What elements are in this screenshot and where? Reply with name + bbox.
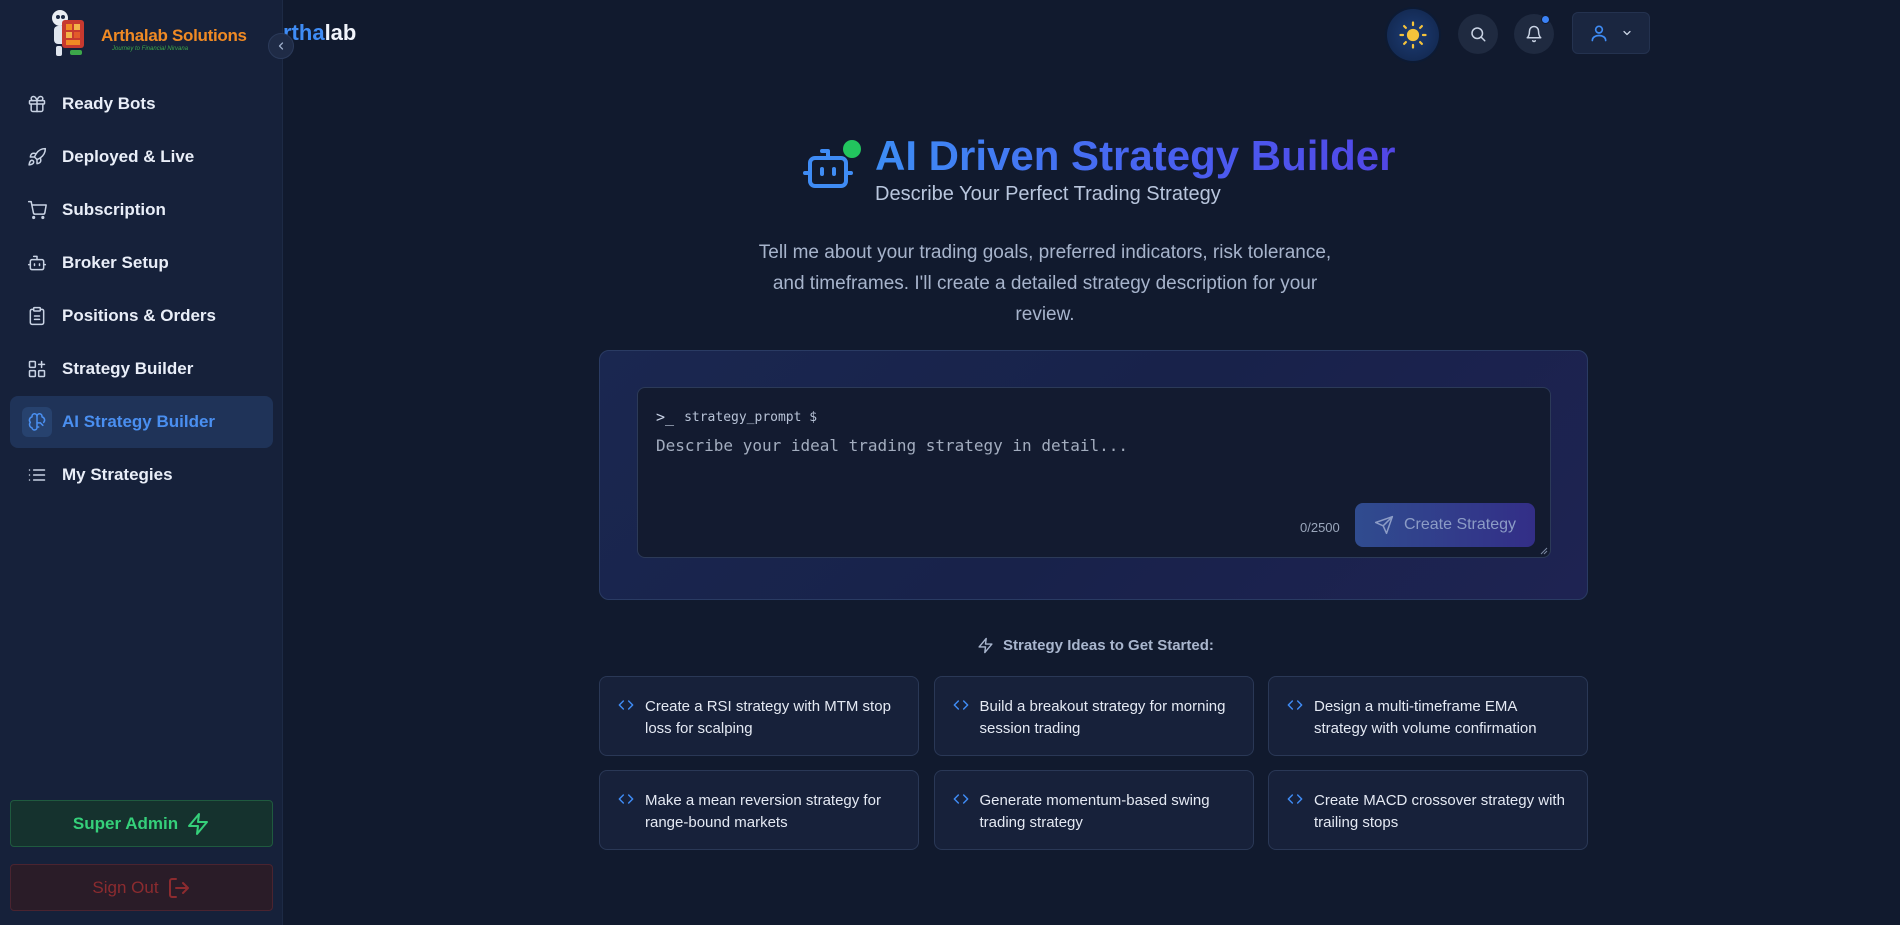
- sidebar-item-strategy-builder[interactable]: Strategy Builder: [10, 343, 273, 395]
- clipboard-icon: [26, 305, 48, 327]
- idea-text: Design a multi-timeframe EMA strategy wi…: [1314, 698, 1537, 737]
- chevron-left-icon: [278, 42, 284, 50]
- search-icon: [1471, 27, 1486, 42]
- code-icon: [1287, 700, 1303, 710]
- idea-card[interactable]: Generate momentum-based swing trading st…: [933, 770, 1254, 850]
- idea-card[interactable]: Design a multi-timeframe EMA strategy wi…: [1268, 676, 1588, 756]
- user-icon: [1591, 25, 1607, 42]
- list-icon: [26, 464, 48, 486]
- sidebar-item-deployed-live[interactable]: Deployed & Live: [10, 131, 273, 183]
- super-admin-button[interactable]: Super Admin: [10, 800, 273, 847]
- logo-title: Arthalab Solutions: [101, 26, 247, 45]
- theme-toggle-button[interactable]: [1387, 9, 1439, 61]
- idea-text: Create a RSI strategy with MTM stop loss…: [645, 698, 891, 737]
- sidebar-item-label: Deployed & Live: [62, 147, 195, 166]
- cart-icon: [26, 199, 48, 221]
- rocket-icon: [26, 146, 48, 168]
- sidebar-item-ai-strategy-builder[interactable]: AI Strategy Builder: [10, 396, 273, 448]
- sidebar-item-my-strategies[interactable]: My Strategies: [10, 449, 273, 501]
- sidebar-item-label: AI Strategy Builder: [62, 412, 216, 431]
- robot-mascot-icon: [52, 10, 84, 56]
- brain-icon: [22, 407, 52, 437]
- robot-icon: [803, 140, 861, 188]
- code-icon: [1287, 794, 1303, 804]
- header-brand: rthalab: [283, 20, 356, 46]
- terminal-header: >_ strategy_prompt $: [656, 408, 817, 426]
- idea-card[interactable]: Make a mean reversion strategy for range…: [599, 770, 919, 850]
- prompt-terminal: >_ strategy_prompt $ 0/2500 Create Strat…: [637, 387, 1551, 558]
- ideas-heading: Strategy Ideas to Get Started:: [977, 637, 1214, 654]
- idea-text: Build a breakout strategy for morning se…: [979, 698, 1226, 737]
- code-icon: [953, 700, 968, 710]
- sidebar: Arthalab Solutions Journey to Financial …: [0, 0, 283, 925]
- page-subtitle: Describe Your Perfect Trading Strategy: [875, 183, 1221, 205]
- lightning-icon: [978, 637, 993, 654]
- ideas-heading-text: Strategy Ideas to Get Started:: [1003, 637, 1214, 654]
- sidebar-item-label: Strategy Builder: [62, 359, 194, 378]
- idea-card[interactable]: Create MACD crossover strategy with trai…: [1268, 770, 1588, 850]
- search-button[interactable]: [1458, 14, 1498, 54]
- bot-icon: [26, 252, 48, 274]
- idea-card[interactable]: Create a RSI strategy with MTM stop loss…: [599, 676, 919, 756]
- sidebar-item-broker-setup[interactable]: Broker Setup: [10, 237, 273, 289]
- logo-tagline: Journey to Financial Nirvana: [112, 46, 189, 52]
- sidebar-item-subscription[interactable]: Subscription: [10, 184, 273, 236]
- idea-text: Create MACD crossover strategy with trai…: [1314, 792, 1565, 831]
- gift-icon: [26, 93, 48, 115]
- resize-handle-icon[interactable]: [1540, 547, 1548, 555]
- idea-text: Make a mean reversion strategy for range…: [645, 792, 881, 831]
- idea-text: Generate momentum-based swing trading st…: [979, 792, 1210, 831]
- sidebar-item-ready-bots[interactable]: Ready Bots: [10, 78, 273, 130]
- header-brand-part2: lab: [324, 20, 357, 45]
- strategy-prompt-input[interactable]: [656, 436, 1516, 496]
- logout-icon: [168, 877, 189, 898]
- sign-out-button[interactable]: Sign Out: [10, 864, 273, 911]
- code-icon: [618, 700, 634, 710]
- sidebar-item-label: Subscription: [62, 200, 166, 219]
- super-admin-label: Super Admin: [72, 813, 179, 833]
- sidebar-nav: Ready Bots Deployed & Live Subscription …: [10, 78, 273, 502]
- char-counter: 0/2500: [1300, 520, 1340, 535]
- send-icon: [1374, 515, 1394, 535]
- terminal-icon: >_: [656, 408, 675, 426]
- user-menu-button[interactable]: [1572, 12, 1650, 54]
- prompt-card: >_ strategy_prompt $ 0/2500 Create Strat…: [599, 350, 1588, 600]
- page-scrollbar[interactable]: [1894, 0, 1900, 925]
- code-icon: [618, 794, 634, 804]
- sidebar-item-label: Broker Setup: [62, 253, 169, 272]
- logo[interactable]: Arthalab Solutions Journey to Financial …: [44, 6, 247, 64]
- lightning-icon: [188, 812, 209, 835]
- sidebar-item-label: Ready Bots: [62, 94, 156, 113]
- theme-toggle-icon: [1399, 21, 1427, 49]
- terminal-label: strategy_prompt $: [684, 409, 818, 425]
- sidebar-item-positions-orders[interactable]: Positions & Orders: [10, 290, 273, 342]
- create-strategy-label: Create Strategy: [1403, 516, 1517, 533]
- notifications-button[interactable]: [1514, 14, 1554, 54]
- code-icon: [953, 794, 968, 804]
- create-strategy-button[interactable]: Create Strategy: [1355, 503, 1535, 547]
- chevron-down-icon: [1623, 30, 1631, 36]
- page-description: Tell me about your trading goals, prefer…: [758, 242, 1332, 325]
- grid-plus-icon: [26, 358, 48, 380]
- status-dot: [843, 140, 861, 158]
- sign-out-label: Sign Out: [92, 877, 159, 897]
- page-title: AI Driven Strategy Builder: [875, 132, 1396, 179]
- idea-card[interactable]: Build a breakout strategy for morning se…: [933, 676, 1254, 756]
- sidebar-item-label: Positions & Orders: [62, 306, 216, 325]
- ideas-grid: Create a RSI strategy with MTM stop loss…: [599, 676, 1588, 850]
- sidebar-item-label: My Strategies: [62, 465, 173, 484]
- collapse-sidebar-button[interactable]: [268, 33, 294, 59]
- notification-dot: [1541, 15, 1550, 24]
- bell-icon: [1526, 25, 1542, 43]
